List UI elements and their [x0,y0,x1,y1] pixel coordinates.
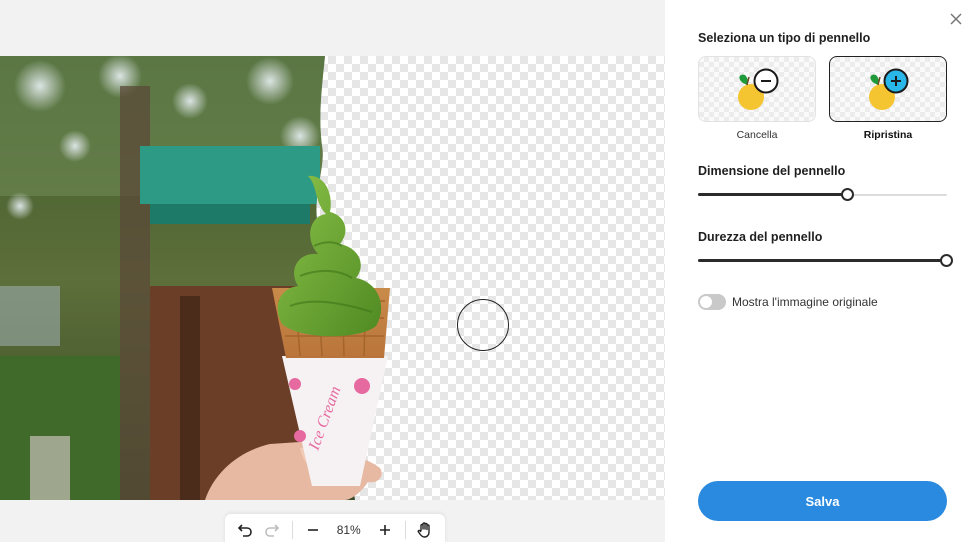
brush-option-erase[interactable] [698,56,816,122]
brush-size-slider[interactable] [698,188,947,202]
toolbar-divider [291,521,293,539]
brush-cursor [457,299,509,351]
brush-hardness-slider[interactable] [698,254,953,268]
brush-option-erase-label: Cancella [736,129,778,141]
zoom-in-button[interactable] [371,516,398,542]
save-button[interactable]: Salva [698,481,947,521]
toggle-knob [700,296,712,308]
slider-thumb[interactable] [841,188,854,201]
redo-icon [265,524,280,537]
erase-preview [738,68,779,110]
brush-type-title: Seleziona un tipo di pennello [698,31,871,45]
slider-fill [698,259,946,262]
zoom-out-button[interactable] [299,516,326,542]
canvas-toolbar: 81% [225,514,445,542]
image-viewport[interactable]: Ice Cream [0,56,665,500]
brush-hardness-title: Durezza del pennello [698,230,823,244]
hand-icon [417,522,431,538]
brush-option-restore[interactable] [829,56,947,122]
slider-fill [698,193,847,196]
toolbar-divider [404,521,406,539]
slider-thumb[interactable] [940,254,953,267]
brush-settings-panel: Seleziona un tipo di pennello Cancella R… [665,0,975,542]
pan-tool-button[interactable] [412,516,439,542]
plus-circle-icon [883,68,909,94]
brush-option-restore-label: Ripristina [863,129,913,141]
undo-button[interactable] [231,516,258,542]
plus-icon [379,525,390,535]
minus-icon [307,529,318,531]
close-icon[interactable] [947,10,965,28]
show-original-toggle[interactable] [698,294,726,310]
edited-photo: Ice Cream [0,56,390,500]
minus-circle-icon [753,68,779,94]
zoom-level: 81% [336,523,361,537]
editor-canvas[interactable]: Ice Cream 81% [0,0,665,542]
brush-size-title: Dimensione del pennello [698,164,846,178]
undo-icon [237,524,252,537]
restore-preview [869,68,909,110]
redo-button[interactable] [258,516,285,542]
show-original-label: Mostra l'immagine originale [732,295,878,309]
